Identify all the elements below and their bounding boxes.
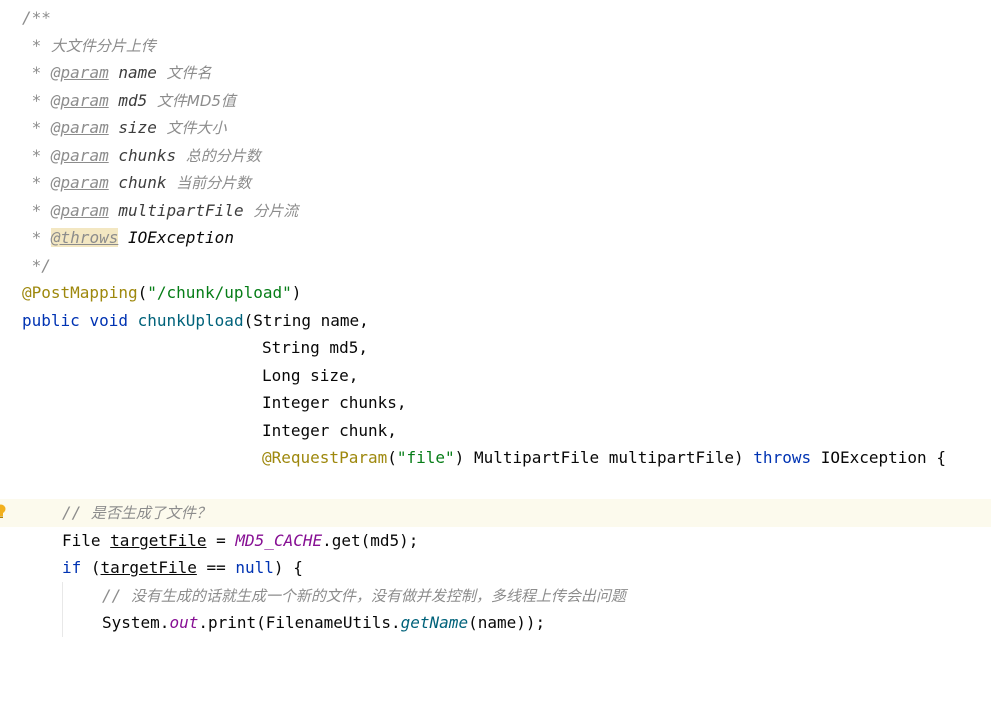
code-line-6: * @param chunks 总的分片数: [0, 142, 991, 170]
variable-targetfile[interactable]: targetFile: [110, 531, 206, 550]
method-call-print[interactable]: .print(FilenameUtils.: [198, 613, 400, 632]
javadoc-exception-name[interactable]: IOException: [128, 228, 234, 247]
paren: (: [387, 448, 397, 467]
indent-guide: [62, 609, 63, 637]
code-line-7: * @param chunk 当前分片数: [0, 169, 991, 197]
comment-text: 是否生成了文件？: [90, 504, 211, 522]
javadoc-param-desc: 总的分片数: [185, 146, 261, 165]
javadoc-tag[interactable]: @param: [51, 201, 109, 220]
code-line-5: * @param size 文件大小: [0, 114, 991, 142]
javadoc-param-name[interactable]: chunks: [118, 146, 176, 165]
paren: ): [291, 283, 302, 302]
javadoc-star: *: [22, 145, 51, 165]
javadoc-throws-tag[interactable]: @throws: [50, 228, 119, 247]
code-line-11: @PostMapping("/chunk/upload"): [0, 279, 991, 307]
code-line-16: Integer chunk,: [0, 417, 991, 445]
javadoc-param-desc: 分片流: [253, 201, 299, 220]
javadoc-tag[interactable]: @param: [51, 91, 109, 110]
javadoc-tag[interactable]: @param: [51, 173, 109, 192]
javadoc-param-desc: 当前分片数: [176, 174, 252, 192]
javadoc-star: *: [22, 63, 51, 82]
code-line-19-current[interactable]: // 是否生成了文件？: [0, 499, 991, 527]
operator: =: [206, 530, 236, 550]
javadoc-tag[interactable]: @param: [51, 118, 109, 137]
javadoc-summary: 大文件分片上传: [50, 36, 156, 55]
keyword-void[interactable]: void: [89, 311, 128, 330]
code-line-22: // 没有生成的话就生成一个新的文件，没有做并发控制，多线程上传会出问题: [0, 581, 991, 609]
comment-slashes: //: [62, 503, 91, 522]
class-system[interactable]: System.: [102, 613, 169, 632]
code-line-21: if (targetFile == null) {: [0, 554, 991, 582]
javadoc-star: *: [22, 228, 51, 247]
method-params[interactable]: (String name,: [244, 311, 369, 330]
keyword-public[interactable]: public: [22, 311, 80, 330]
static-field-out[interactable]: out: [169, 613, 198, 632]
code-line-13: String md5,: [0, 334, 991, 362]
code-line-10: */: [0, 252, 991, 280]
annotation-postmapping[interactable]: @PostMapping: [22, 283, 138, 302]
code-line-23: System.out.print(FilenameUtils.getName(n…: [0, 609, 991, 637]
javadoc-param-name[interactable]: chunk: [118, 173, 166, 192]
annotation-requestparam[interactable]: @RequestParam: [262, 448, 387, 467]
param-md5[interactable]: String md5,: [262, 334, 368, 362]
code-line-1: /**: [0, 4, 991, 32]
javadoc-star: *: [22, 35, 51, 55]
code-line-9: * @throws IOException: [0, 224, 991, 252]
static-field-md5-cache[interactable]: MD5_CACHE: [235, 531, 322, 550]
static-method-getname[interactable]: getName: [401, 613, 468, 632]
string-literal[interactable]: "file": [397, 448, 455, 467]
comment-text: 没有生成的话就生成一个新的文件，没有做并发控制，多线程上传会出问题: [130, 586, 626, 605]
type-file[interactable]: File: [62, 531, 110, 550]
javadoc-param-desc: 文件名: [166, 64, 212, 82]
javadoc-param-desc: 文件MD5值: [156, 91, 236, 110]
operator: ==: [196, 558, 236, 577]
method-call[interactable]: .get(md5);: [322, 531, 418, 550]
keyword-null[interactable]: null: [235, 558, 274, 577]
javadoc-open: /**: [22, 8, 51, 27]
param-chunk[interactable]: Integer chunk,: [262, 417, 397, 445]
keyword-if[interactable]: if: [62, 558, 81, 577]
code-line-14: Long size,: [0, 362, 991, 390]
param-multipartfile[interactable]: ) MultipartFile multipartFile): [455, 448, 754, 467]
javadoc-star: *: [22, 173, 51, 192]
javadoc-param-name[interactable]: size: [118, 118, 157, 137]
code-line-15: Integer chunks,: [0, 389, 991, 417]
paren: (: [81, 558, 101, 577]
javadoc-star: *: [22, 118, 51, 137]
indent-guide: [62, 581, 63, 609]
string-literal[interactable]: "/chunk/upload": [147, 283, 292, 302]
param-chunks[interactable]: Integer chunks,: [262, 389, 407, 417]
keyword-throws[interactable]: throws: [753, 448, 811, 467]
comment-slashes: //: [102, 585, 131, 605]
code-line-4: * @param md5 文件MD5值: [0, 87, 991, 115]
javadoc-param-name[interactable]: md5: [118, 91, 147, 110]
method-name[interactable]: chunkUpload: [138, 311, 244, 330]
param-size[interactable]: Long size,: [262, 362, 358, 390]
method-args[interactable]: (name));: [468, 613, 545, 632]
code-line-2: * 大文件分片上传: [0, 32, 991, 60]
code-line-12: public void chunkUpload(String name,: [0, 307, 991, 335]
code-line-20: File targetFile = MD5_CACHE.get(md5);: [0, 527, 991, 555]
brace: ) {: [273, 558, 303, 577]
javadoc-tag[interactable]: @param: [51, 146, 109, 165]
javadoc-star: *: [22, 200, 51, 220]
javadoc-tag[interactable]: @param: [51, 63, 109, 82]
exception-type[interactable]: IOException {: [811, 448, 946, 467]
lightbulb-icon[interactable]: [0, 503, 6, 519]
code-editor[interactable]: /** * 大文件分片上传 * @param name 文件名 * @param…: [0, 0, 991, 637]
code-line-17: @RequestParam("file") MultipartFile mult…: [0, 444, 991, 472]
code-line-3: * @param name 文件名: [0, 59, 991, 87]
javadoc-param-name[interactable]: multipartFile: [118, 201, 243, 220]
code-line-8: * @param multipartFile 分片流: [0, 197, 991, 225]
javadoc-star: *: [22, 90, 51, 110]
javadoc-close: */: [22, 255, 51, 275]
javadoc-param-name[interactable]: name: [118, 63, 157, 82]
paren: (: [137, 283, 148, 302]
variable-targetfile[interactable]: targetFile: [101, 558, 197, 577]
javadoc-param-desc: 文件大小: [166, 119, 227, 137]
